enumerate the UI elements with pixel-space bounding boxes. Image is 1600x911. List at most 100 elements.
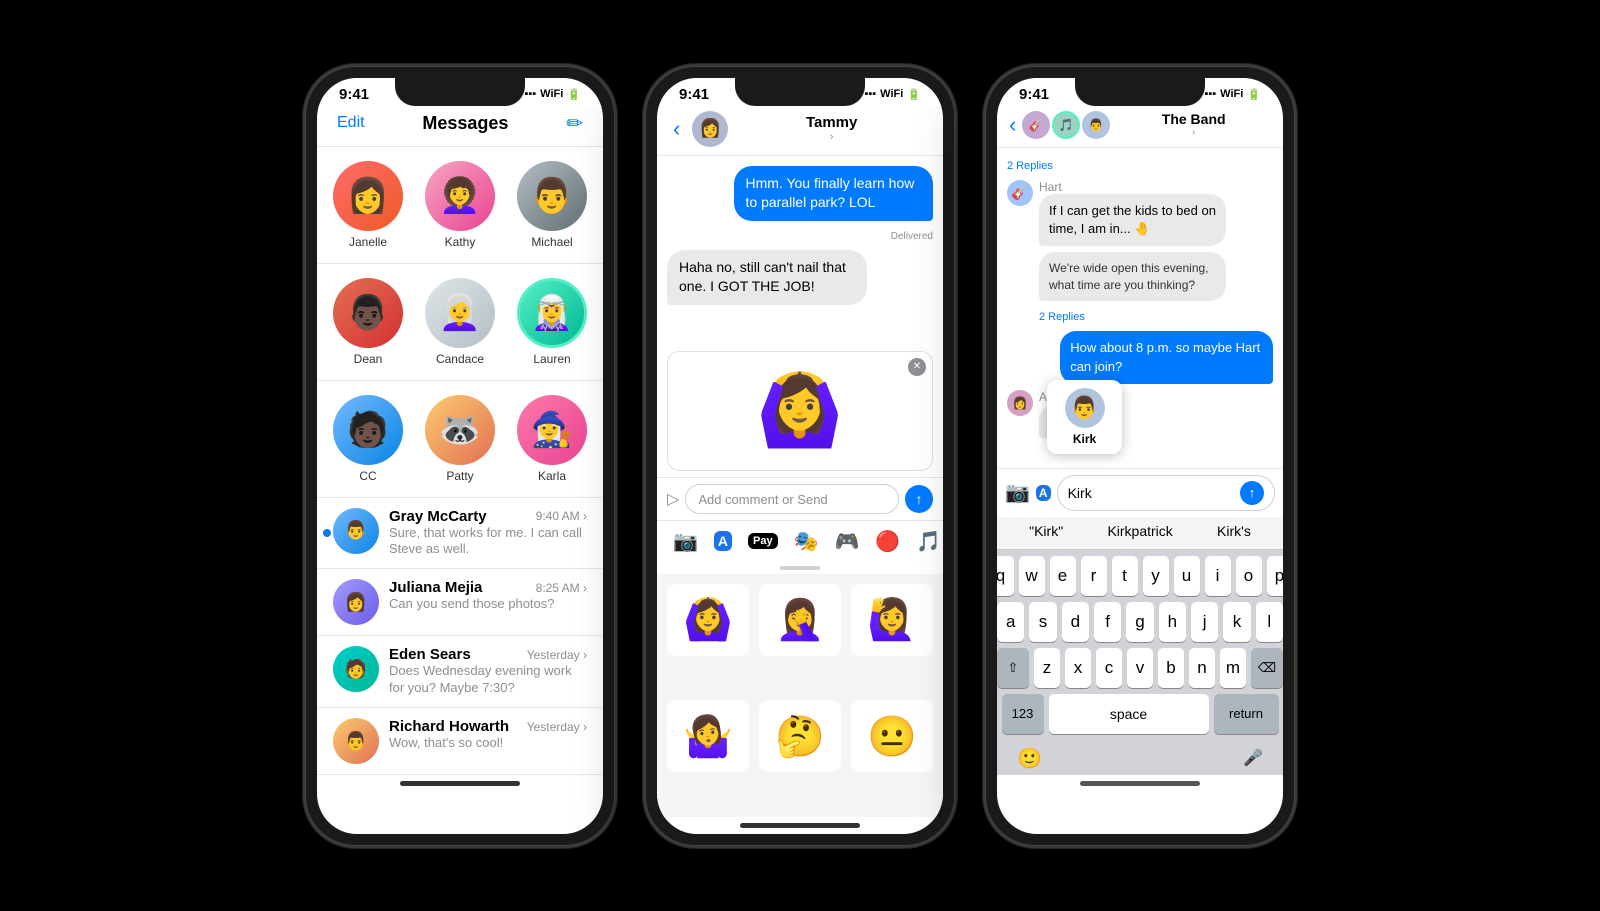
key-shift[interactable]: ⇧ bbox=[997, 648, 1029, 688]
key-c[interactable]: c bbox=[1096, 648, 1122, 688]
chat-bubble-out-1: Hmm. You finally learn how to parallel p… bbox=[734, 166, 934, 221]
phones-container: 9:41 ▪▪▪ WiFi 🔋 Edit Messages ✏ 👩 Ja bbox=[305, 66, 1295, 846]
key-delete[interactable]: ⌫ bbox=[1251, 648, 1283, 688]
tray-music-icon[interactable]: 🎵 bbox=[916, 529, 941, 554]
key-s[interactable]: s bbox=[1029, 602, 1056, 642]
wifi-icon: WiFi bbox=[540, 88, 563, 100]
memoji-item-3[interactable]: 🙋‍♀️ bbox=[851, 584, 933, 656]
tray-apps-icon[interactable]: A bbox=[714, 531, 732, 551]
contact-candace[interactable]: 👩‍🦳 Candace bbox=[419, 278, 501, 366]
memoji-item-2[interactable]: 🤦‍♀️ bbox=[759, 584, 841, 656]
key-num[interactable]: 123 bbox=[1002, 694, 1044, 734]
message-item-richard[interactable]: 👨 Richard Howarth Yesterday › Wow, that'… bbox=[317, 708, 603, 775]
message-item-juliana[interactable]: 👩 Juliana Mejia 8:25 AM › Can you send t… bbox=[317, 569, 603, 636]
messages-header: Edit Messages ✏ bbox=[317, 107, 603, 147]
input-bar[interactable]: ▷ Add comment or Send ↑ bbox=[657, 477, 943, 520]
send-button[interactable]: ↑ bbox=[905, 485, 933, 513]
key-e[interactable]: e bbox=[1050, 556, 1076, 596]
group-send-button[interactable]: ↑ bbox=[1240, 481, 1264, 505]
contact-patty[interactable]: 🦝 Patty bbox=[419, 395, 501, 483]
key-k[interactable]: k bbox=[1223, 602, 1250, 642]
wifi-icon-3: WiFi bbox=[1220, 88, 1243, 100]
key-v[interactable]: v bbox=[1127, 648, 1153, 688]
apps-icon-group[interactable]: A bbox=[1036, 485, 1051, 501]
key-i[interactable]: i bbox=[1205, 556, 1231, 596]
group-sub: › bbox=[1192, 127, 1195, 138]
key-m[interactable]: m bbox=[1220, 648, 1246, 688]
key-space[interactable]: space bbox=[1049, 694, 1209, 734]
expand-icon[interactable]: ▷ bbox=[667, 489, 679, 509]
group-input-bar: 📷 A Kirk ↑ bbox=[997, 468, 1283, 517]
message-item-gray[interactable]: 👨 Gray McCarty 9:40 AM › Sure, that work… bbox=[317, 498, 603, 570]
contact-karla[interactable]: 🧙‍♀️ Karla bbox=[511, 395, 593, 483]
tray-memoji-icon[interactable]: 🎭 bbox=[794, 529, 819, 554]
key-w[interactable]: w bbox=[1019, 556, 1045, 596]
key-b[interactable]: b bbox=[1158, 648, 1184, 688]
msg-time-eden: Yesterday › bbox=[527, 648, 587, 662]
close-memoji-button[interactable]: ✕ bbox=[908, 358, 926, 376]
tray-photos-icon[interactable]: 📷 bbox=[673, 529, 698, 554]
key-j[interactable]: j bbox=[1191, 602, 1218, 642]
key-n[interactable]: n bbox=[1189, 648, 1215, 688]
chat-contact-sub: › bbox=[830, 131, 834, 143]
home-indicator-1 bbox=[400, 781, 520, 786]
group-message-input[interactable]: Kirk ↑ bbox=[1057, 475, 1275, 511]
key-h[interactable]: h bbox=[1159, 602, 1186, 642]
group-avatar-1: 🎸 bbox=[1022, 111, 1050, 139]
tray-game-icon[interactable]: 🎮 bbox=[835, 529, 860, 554]
back-button[interactable]: ‹ bbox=[673, 116, 680, 142]
memoji-item-5[interactable]: 🤔 bbox=[759, 700, 841, 772]
msg-content-eden: Eden Sears Yesterday › Does Wednesday ev… bbox=[389, 646, 587, 697]
key-f[interactable]: f bbox=[1094, 602, 1121, 642]
key-z[interactable]: z bbox=[1034, 648, 1060, 688]
key-x[interactable]: x bbox=[1065, 648, 1091, 688]
autocomplete-word-1[interactable]: "Kirk" bbox=[1019, 521, 1073, 541]
out-bubble: How about 8 p.m. so maybe Hart can join? bbox=[1060, 331, 1273, 383]
phone1-screen: 9:41 ▪▪▪ WiFi 🔋 Edit Messages ✏ 👩 Ja bbox=[317, 78, 603, 834]
tray-red-icon[interactable]: 🔴 bbox=[875, 529, 900, 554]
edit-button[interactable]: Edit bbox=[337, 114, 365, 132]
contact-janelle[interactable]: 👩 Janelle bbox=[327, 161, 409, 249]
battery-icon: 🔋 bbox=[567, 88, 581, 101]
memoji-item-1[interactable]: 🙆‍♀️ bbox=[667, 584, 749, 656]
message-item-eden[interactable]: 🧑 Eden Sears Yesterday › Does Wednesday … bbox=[317, 636, 603, 708]
key-l[interactable]: l bbox=[1256, 602, 1283, 642]
key-d[interactable]: d bbox=[1062, 602, 1089, 642]
autocomplete-word-3[interactable]: Kirk's bbox=[1207, 521, 1261, 541]
key-p[interactable]: p bbox=[1267, 556, 1284, 596]
contact-cc[interactable]: 🧑🏿 CC bbox=[327, 395, 409, 483]
msg-name-richard: Richard Howarth bbox=[389, 718, 509, 735]
key-t[interactable]: t bbox=[1112, 556, 1138, 596]
compose-button[interactable]: ✏ bbox=[566, 111, 583, 136]
memoji-item-4[interactable]: 🤷‍♀️ bbox=[667, 700, 749, 772]
key-q[interactable]: q bbox=[997, 556, 1014, 596]
key-a[interactable]: a bbox=[997, 602, 1024, 642]
avatar-cc: 🧑🏿 bbox=[333, 395, 403, 465]
notch-1 bbox=[395, 78, 525, 106]
microphone-button[interactable]: 🎤 bbox=[1243, 748, 1263, 768]
key-g[interactable]: g bbox=[1126, 602, 1153, 642]
contact-lauren[interactable]: 🧝‍♀️ Lauren bbox=[511, 278, 593, 366]
message-input[interactable]: Add comment or Send bbox=[685, 484, 899, 514]
group-back-button[interactable]: ‹ bbox=[1009, 112, 1016, 138]
key-u[interactable]: u bbox=[1174, 556, 1200, 596]
keyboard-area: "Kirk" Kirkpatrick Kirk's q w e r t y u … bbox=[997, 517, 1283, 775]
group-messages: 2 Replies 🎸 Hart If I can get the kids t… bbox=[997, 148, 1283, 468]
tray-applepay-icon[interactable]: Pay bbox=[748, 533, 778, 549]
contact-michael[interactable]: 👨 Michael bbox=[511, 161, 593, 249]
emoji-keyboard-button[interactable]: 🙂 bbox=[1017, 746, 1042, 771]
memoji-item-6[interactable]: 😐 bbox=[851, 700, 933, 772]
autocomplete-word-2[interactable]: Kirkpatrick bbox=[1097, 521, 1182, 541]
group-avatar-2: 🎵 bbox=[1052, 111, 1080, 139]
contact-dean[interactable]: 👨🏿 Dean bbox=[327, 278, 409, 366]
camera-icon[interactable]: 📷 bbox=[1005, 480, 1030, 505]
key-o[interactable]: o bbox=[1236, 556, 1262, 596]
memoji-grid: 🙆‍♀️ 🤦‍♀️ 🙋‍♀️ 🤷‍♀️ 🤔 😐 bbox=[657, 574, 943, 817]
key-return[interactable]: return bbox=[1214, 694, 1279, 734]
memoji-display: 🙆‍♀️ bbox=[756, 370, 843, 452]
key-r[interactable]: r bbox=[1081, 556, 1107, 596]
contact-kathy[interactable]: 👩‍🦱 Kathy bbox=[419, 161, 501, 249]
small-bubble-text: We're wide open this evening, what time … bbox=[1039, 252, 1226, 302]
key-y[interactable]: y bbox=[1143, 556, 1169, 596]
msg-avatar-richard: 👨 bbox=[333, 718, 379, 764]
